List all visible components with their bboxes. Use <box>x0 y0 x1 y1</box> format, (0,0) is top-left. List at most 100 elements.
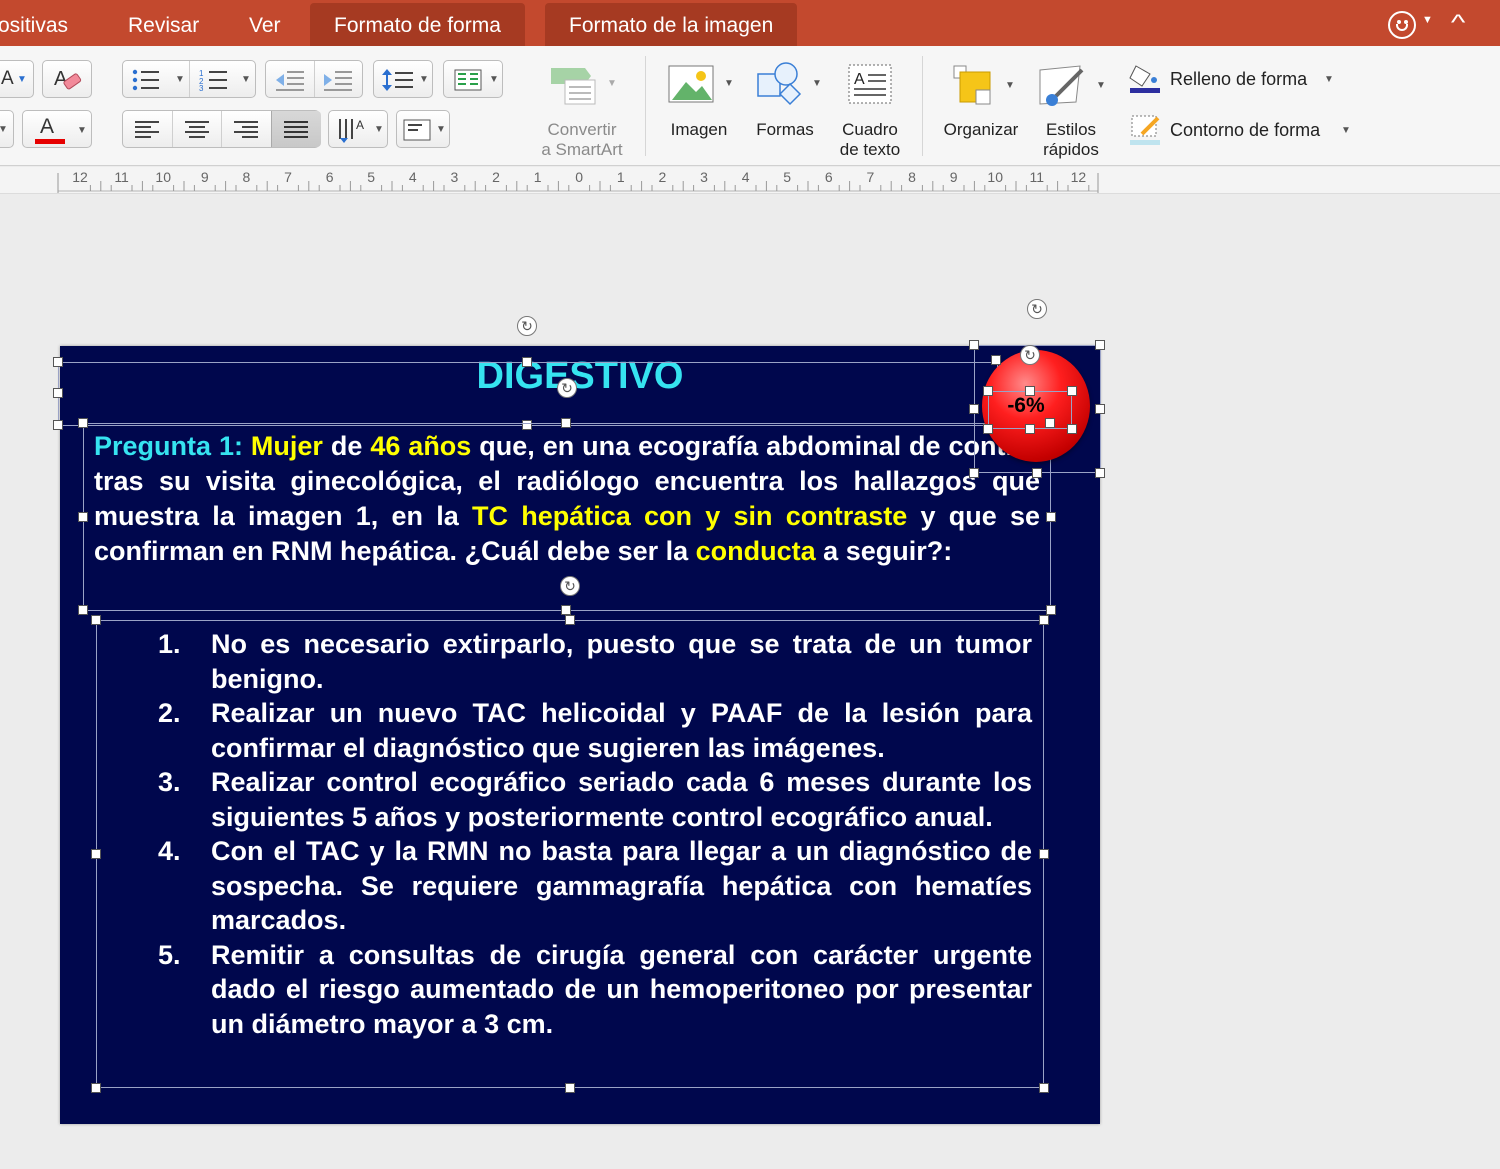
resize-handle[interactable] <box>1039 615 1049 625</box>
text-effects-button[interactable]: ▼ <box>0 110 14 148</box>
rotate-handle-icon[interactable]: ↻ <box>1020 345 1040 365</box>
resize-handle[interactable] <box>1032 468 1042 478</box>
chevron-down-icon: ▼ <box>374 124 384 135</box>
shape-outline-label: Contorno de forma <box>1170 120 1321 140</box>
resize-handle[interactable] <box>522 357 532 367</box>
resize-handle[interactable] <box>565 615 575 625</box>
resize-handle[interactable] <box>1067 424 1077 434</box>
resize-handle[interactable] <box>78 605 88 615</box>
resize-handle[interactable] <box>983 424 993 434</box>
align-center-button[interactable] <box>185 121 211 144</box>
tab-formato-de-la-imagen[interactable]: Formato de la imagen <box>545 3 798 46</box>
answer-item[interactable]: 4. Con el TAC y la RMN no basta para lleg… <box>158 834 1032 938</box>
resize-handle[interactable] <box>1025 424 1035 434</box>
svg-text:A: A <box>356 118 364 132</box>
tab-ver[interactable]: Ver <box>249 0 281 46</box>
image-button[interactable]: ▼ <box>668 64 738 112</box>
resize-handle[interactable] <box>53 420 63 430</box>
resize-handle[interactable] <box>78 512 88 522</box>
resize-handle[interactable] <box>1095 340 1105 350</box>
answer-text: Realizar un nuevo TAC helicoidal y PAAF … <box>211 698 1032 763</box>
resize-handle[interactable] <box>91 615 101 625</box>
resize-handle[interactable] <box>1046 512 1056 522</box>
resize-handle[interactable] <box>78 418 88 428</box>
align-text-button[interactable]: ▼ <box>396 110 450 148</box>
align-left-button[interactable] <box>135 121 161 144</box>
resize-handle[interactable] <box>1045 418 1055 428</box>
resize-handle[interactable] <box>969 404 979 414</box>
ruler-label: 8 <box>908 169 916 185</box>
decrease-indent-button[interactable] <box>274 69 306 96</box>
text-direction-button[interactable]: A ▼ <box>328 110 388 148</box>
answer-item[interactable]: 1. No es necesario extirparlo, puesto que… <box>158 627 1032 696</box>
ruler-label: 3 <box>700 169 708 185</box>
convert-smartart-button[interactable]: ▼ <box>545 64 625 114</box>
answer-item[interactable]: 2. Realizar un nuevo TAC helicoidal y PAA… <box>158 696 1032 765</box>
resize-handle[interactable] <box>983 386 993 396</box>
ruler-label: 7 <box>284 169 292 185</box>
shape-fill-button[interactable]: Relleno de forma ▼ <box>1128 62 1360 94</box>
rotate-handle-icon[interactable]: ↻ <box>1027 299 1047 319</box>
tab-presentaciones[interactable]: ositivas <box>0 0 68 46</box>
chevron-down-icon: ▼ <box>724 78 734 89</box>
resize-handle[interactable] <box>1095 468 1105 478</box>
horizontal-ruler[interactable]: 12 11 10 9 8 7 6 5 4 3 2 1 0 1 2 3 4 5 6 7 8 9 10 11 12 <box>0 167 1500 194</box>
resize-handle[interactable] <box>1025 386 1035 396</box>
align-right-button[interactable] <box>234 121 260 144</box>
line-spacing-button[interactable]: ▼ <box>373 60 433 98</box>
quick-styles-button[interactable]: ▼ <box>1036 62 1110 112</box>
question-text[interactable]: Pregunta 1: Mujer de 46 años que, en una… <box>94 429 1040 569</box>
rotate-handle-icon[interactable]: ↻ <box>560 576 580 596</box>
resize-handle[interactable] <box>91 849 101 859</box>
numbered-list-icon: 1 2 3 <box>199 69 227 93</box>
align-text-icon <box>403 119 431 141</box>
resize-handle[interactable] <box>565 1083 575 1093</box>
resize-handle[interactable] <box>561 418 571 428</box>
collapse-ribbon-icon[interactable]: ^ <box>1451 10 1465 36</box>
font-size-button[interactable]: A ▼ <box>0 60 34 98</box>
chevron-down-icon[interactable]: ▼ <box>175 74 185 85</box>
shape-outline-button[interactable]: Contorno de forma ▼ <box>1128 114 1360 146</box>
tab-revisar[interactable]: Revisar <box>128 0 199 46</box>
resize-handle[interactable] <box>969 468 979 478</box>
resize-handle[interactable] <box>561 605 571 615</box>
resize-handle[interactable] <box>53 357 63 367</box>
numbering-button[interactable]: 1 2 3 <box>199 69 235 93</box>
resize-handle[interactable] <box>1095 404 1105 414</box>
resize-handle[interactable] <box>1067 386 1077 396</box>
clear-formatting-button[interactable]: A <box>42 60 92 98</box>
increase-indent-button[interactable] <box>322 69 354 96</box>
arrange-icon <box>953 65 991 105</box>
textbox-button[interactable]: A <box>846 62 896 112</box>
rotate-handle-icon[interactable]: ↻ <box>557 378 577 398</box>
shape-fill-label: Relleno de forma <box>1170 69 1308 89</box>
bullets-button[interactable] <box>131 69 167 91</box>
resize-handle[interactable] <box>1039 849 1049 859</box>
ruler-label: 10 <box>155 169 171 185</box>
feedback-smiley-icon[interactable] <box>1388 11 1416 39</box>
font-color-button[interactable]: A ▼ <box>22 110 92 148</box>
resize-handle[interactable] <box>1039 1083 1049 1093</box>
resize-handle[interactable] <box>53 388 63 398</box>
ruler-label: 12 <box>72 169 88 185</box>
answer-item[interactable]: 5. Remitir a consultas de cirugía general… <box>158 938 1032 1042</box>
tab-formato-de-forma[interactable]: Formato de forma <box>310 3 525 46</box>
ruler-label: 9 <box>950 169 958 185</box>
justify-button[interactable] <box>271 111 321 147</box>
indent-buttons-group <box>265 60 363 98</box>
resize-handle[interactable] <box>91 1083 101 1093</box>
rotate-handle-icon[interactable]: ↻ <box>517 316 537 336</box>
question-label: Pregunta 1: <box>94 431 243 461</box>
shapes-button[interactable]: ▼ <box>756 60 826 112</box>
chevron-down-icon[interactable]: ▼ <box>241 74 251 85</box>
columns-button[interactable]: ▼ <box>443 60 503 98</box>
text-direction-icon: A <box>339 118 364 143</box>
answer-item[interactable]: 3. Realizar control ecográfico seriado ca… <box>158 765 1032 834</box>
chevron-down-icon[interactable]: ▼ <box>1422 14 1433 26</box>
highlight-text: Mujer <box>250 431 323 461</box>
resize-handle[interactable] <box>969 340 979 350</box>
answer-list[interactable]: 1. No es necesario extirparlo, puesto que… <box>158 627 1032 1041</box>
resize-handle[interactable] <box>1046 605 1056 615</box>
arrange-button[interactable]: ▼ <box>950 62 1020 112</box>
resize-handle[interactable] <box>991 355 1001 365</box>
